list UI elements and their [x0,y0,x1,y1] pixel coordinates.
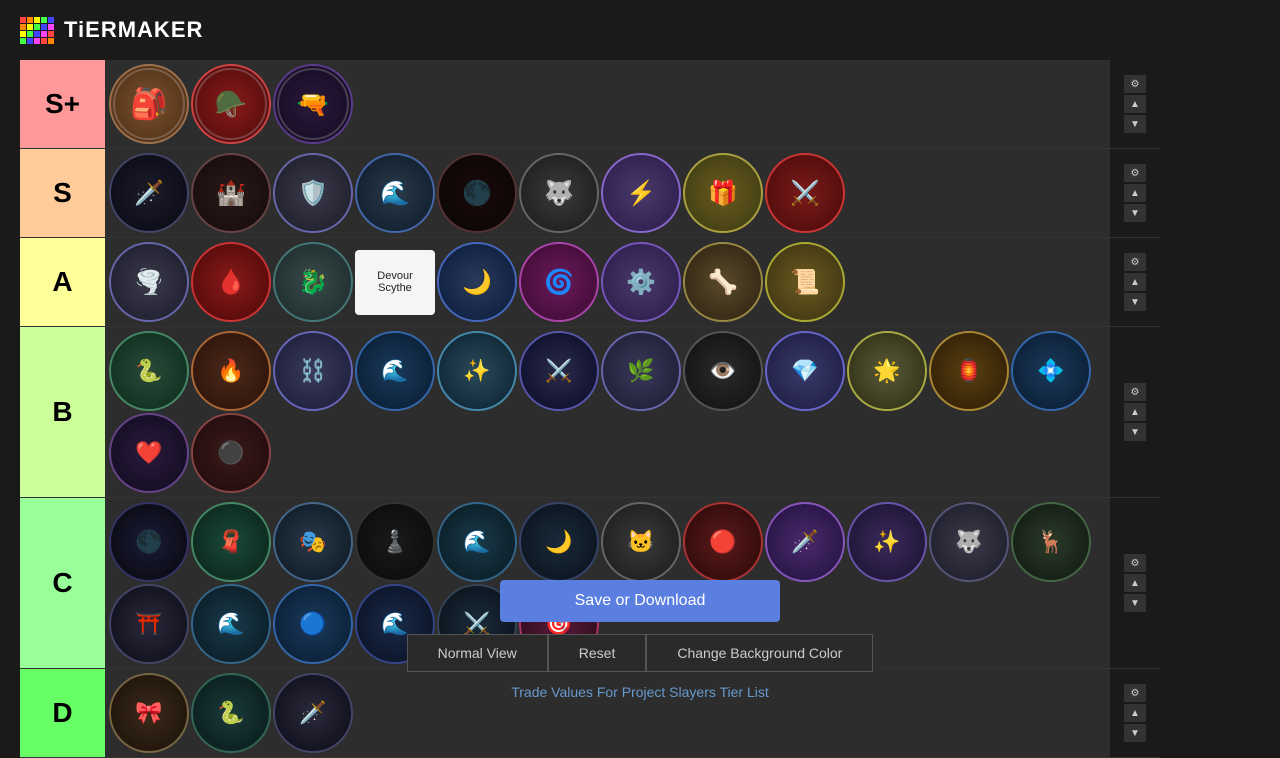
list-item[interactable]: 🐺 [929,502,1009,582]
change-bg-button[interactable]: Change Background Color [646,634,873,672]
tier-row-s: S 🗡️ 🏰 🛡️ 🌊 🌑 🐺 ⚡ 🎁 [20,149,1160,238]
list-item[interactable]: ⚔️ [765,153,845,233]
tier-items-splus[interactable]: 🎒 🪖 🔫 [105,60,1110,148]
down-button-splus[interactable]: ▼ [1124,115,1146,133]
list-item[interactable]: 🩸 [191,242,271,322]
list-item[interactable]: 🔴 [683,502,763,582]
list-item[interactable]: 🌙 [519,502,599,582]
list-item[interactable]: ❤️ [109,413,189,493]
list-item[interactable]: 💎 [765,331,845,411]
tier-controls-splus: ⚙ ▲ ▼ [1110,60,1160,148]
list-item[interactable]: ✨ [847,502,927,582]
list-item[interactable]: 🌿 [601,331,681,411]
header: TiERMAKER [0,0,1280,60]
list-item[interactable]: 🎭 [273,502,353,582]
list-item[interactable]: 🐉 [273,242,353,322]
list-item[interactable]: ♟️ [355,502,435,582]
list-item[interactable]: 🦌 [1011,502,1091,582]
list-item[interactable]: 🎁 [683,153,763,233]
list-item[interactable]: 🌊 [437,502,517,582]
list-item[interactable]: ⚫ [191,413,271,493]
logo-grid [20,17,54,44]
list-item[interactable]: 🌀 [519,242,599,322]
tier-controls-b: ⚙ ▲ ▼ [1110,327,1160,497]
list-item[interactable]: 🔥 [191,331,271,411]
list-item[interactable]: 🌙 [437,242,517,322]
tier-row-b: B 🐍 🔥 ⛓️ 🌊 ✨ ⚔️ 🌿 [20,327,1160,498]
list-item[interactable]: 💠 [1011,331,1091,411]
list-item[interactable]: 🌪️ [109,242,189,322]
action-buttons: Normal View Reset Change Background Colo… [407,634,874,672]
gear-button-s[interactable]: ⚙ [1124,164,1146,182]
up-button-a[interactable]: ▲ [1124,273,1146,291]
gear-button-splus[interactable]: ⚙ [1124,75,1146,93]
gear-button-b[interactable]: ⚙ [1124,383,1146,401]
list-item[interactable]: 🌊 [355,331,435,411]
gear-button-a[interactable]: ⚙ [1124,253,1146,271]
down-button-a[interactable]: ▼ [1124,293,1146,311]
tier-controls-a: ⚙ ▲ ▼ [1110,238,1160,326]
list-item[interactable]: 🔫 [273,64,353,144]
list-item[interactable]: 🌑 [109,502,189,582]
tier-label-a: A [20,238,105,326]
list-item[interactable]: 🗡️ [109,153,189,233]
list-item[interactable]: ⛓️ [273,331,353,411]
list-item[interactable]: 👁️ [683,331,763,411]
list-item[interactable]: 🧣 [191,502,271,582]
list-item[interactable]: 📜 [765,242,845,322]
list-item[interactable]: 🐍 [109,331,189,411]
bottom-section: Save or Download Normal View Reset Chang… [0,580,1280,700]
footer-link[interactable]: Trade Values For Project Slayers Tier Li… [511,684,769,700]
list-item[interactable]: 🗡️ [765,502,845,582]
list-item[interactable]: 🛡️ [273,153,353,233]
tier-label-b: B [20,327,105,497]
reset-button[interactable]: Reset [548,634,647,672]
tier-row-a: A 🌪️ 🩸 🐉 Devour Scythe 🌙 🌀 ⚙️ [20,238,1160,327]
tier-items-b[interactable]: 🐍 🔥 ⛓️ 🌊 ✨ ⚔️ 🌿 👁️ [105,327,1110,497]
list-item[interactable]: 🎒 [109,64,189,144]
save-download-button[interactable]: Save or Download [500,580,780,622]
list-item[interactable]: 🐺 [519,153,599,233]
tier-items-a[interactable]: 🌪️ 🩸 🐉 Devour Scythe 🌙 🌀 ⚙️ 🦴 [105,238,1110,326]
list-item[interactable]: 🌑 [437,153,517,233]
normal-view-button[interactable]: Normal View [407,634,548,672]
tier-row-splus: S+ 🎒 🪖 🔫 ⚙ ▲ ▼ [20,60,1160,149]
tier-items-s[interactable]: 🗡️ 🏰 🛡️ 🌊 🌑 🐺 ⚡ 🎁 [105,149,1110,237]
up-button-b[interactable]: ▲ [1124,403,1146,421]
tier-label-s: S [20,149,105,237]
up-button-d[interactable]: ▲ [1124,704,1146,722]
up-button-splus[interactable]: ▲ [1124,95,1146,113]
logo-text: TiERMAKER [64,17,203,43]
list-item[interactable]: 🏰 [191,153,271,233]
list-item[interactable]: ✨ [437,331,517,411]
list-item[interactable]: 🌊 [355,153,435,233]
list-item[interactable]: ⚔️ [519,331,599,411]
list-item[interactable]: 🏮 [929,331,1009,411]
up-button-s[interactable]: ▲ [1124,184,1146,202]
down-button-s[interactable]: ▼ [1124,204,1146,222]
list-item[interactable]: 🐱 [601,502,681,582]
list-item[interactable]: 🌟 [847,331,927,411]
list-item[interactable]: ⚙️ [601,242,681,322]
list-item[interactable]: 🦴 [683,242,763,322]
list-item[interactable]: 🪖 [191,64,271,144]
tier-controls-s: ⚙ ▲ ▼ [1110,149,1160,237]
tooltip-item-a: Devour Scythe [355,250,435,315]
gear-button-c[interactable]: ⚙ [1124,554,1146,572]
down-button-d[interactable]: ▼ [1124,724,1146,742]
down-button-b[interactable]: ▼ [1124,423,1146,441]
list-item[interactable]: ⚡ [601,153,681,233]
tier-label-splus: S+ [20,60,105,148]
